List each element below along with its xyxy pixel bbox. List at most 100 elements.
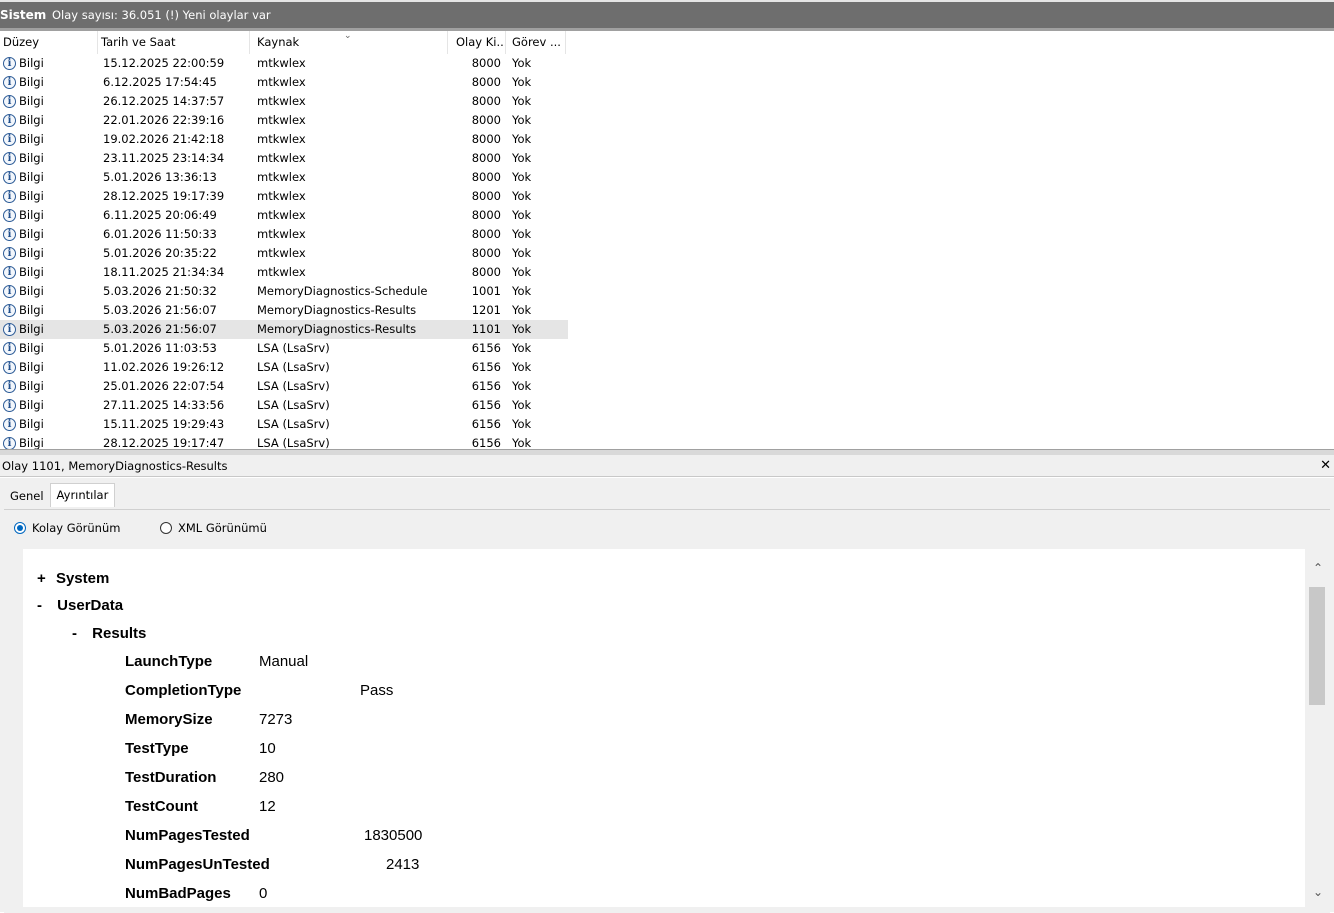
info-icon: i	[3, 399, 16, 412]
table-row[interactable]: i Bilgi 28.12.2025 19:17:47 LSA (LsaSrv) 615…	[0, 434, 568, 449]
info-icon: i	[3, 247, 16, 260]
field-value: 10	[259, 740, 276, 757]
table-row[interactable]: i Bilgi 5.03.2026 21:50:32 MemoryDiagnostic…	[0, 282, 568, 301]
tree-node-system[interactable]: + System	[37, 570, 109, 587]
field-key: MemorySize	[125, 711, 213, 728]
date-cell: 15.11.2025 19:29:43	[103, 417, 225, 431]
event-id-cell: 8000	[471, 56, 501, 70]
field-key: TestDuration	[125, 769, 217, 786]
date-cell: 6.01.2026 11:50:33	[103, 227, 217, 241]
level-cell: i Bilgi	[0, 206, 98, 225]
table-row[interactable]: i Bilgi 19.02.2026 21:42:18 mtkwlex 8000 Yok	[0, 130, 568, 149]
field-value: 12	[259, 798, 276, 815]
info-icon: i	[3, 285, 16, 298]
info-icon: i	[3, 209, 16, 222]
event-id-cell: 8000	[471, 170, 501, 184]
event-detail-title-text: Olay 1101, MemoryDiagnostics-Results	[2, 459, 228, 473]
level-cell: i Bilgi	[0, 73, 98, 92]
task-cell: Yok	[512, 265, 532, 279]
tree-node-userdata[interactable]: - UserData	[37, 597, 123, 614]
table-row[interactable]: i Bilgi 5.03.2026 21:56:07 MemoryDiagnostic…	[0, 320, 568, 339]
task-cell: Yok	[512, 75, 532, 89]
event-id-cell: 6156	[471, 379, 501, 393]
event-detail-title: Olay 1101, MemoryDiagnostics-Results ✕	[0, 455, 1334, 477]
result-field: NumPagesUnTested 2413	[125, 856, 525, 876]
table-row[interactable]: i Bilgi 22.01.2026 22:39:16 mtkwlex 8000 Yok	[0, 111, 568, 130]
level-cell: i Bilgi	[0, 54, 98, 73]
task-cell: Yok	[512, 113, 532, 127]
table-row[interactable]: i Bilgi 15.12.2025 22:00:59 mtkwlex 8000 Yok	[0, 54, 568, 73]
scroll-down-icon[interactable]: ⌄	[1306, 885, 1330, 903]
date-cell: 11.02.2026 19:26:12	[103, 360, 225, 374]
source-cell: mtkwlex	[257, 265, 306, 279]
level-text: Bilgi	[19, 189, 44, 203]
column-header-date[interactable]: Tarih ve Saat	[98, 31, 250, 54]
table-row[interactable]: i Bilgi 15.11.2025 19:29:43 LSA (LsaSrv) 615…	[0, 415, 568, 434]
friendly-view-radio[interactable]: Kolay Görünüm	[14, 521, 120, 535]
source-cell: mtkwlex	[257, 132, 306, 146]
field-key: NumPagesUnTested	[125, 856, 270, 873]
source-cell: MemoryDiagnostics-Results	[257, 322, 417, 336]
source-cell: mtkwlex	[257, 151, 306, 165]
close-icon[interactable]: ✕	[1320, 455, 1331, 477]
event-list[interactable]: Düzey Tarih ve Saat Kaynak Olay Ki... Gö…	[0, 31, 1334, 449]
table-row[interactable]: i Bilgi 26.12.2025 14:37:57 mtkwlex 8000 Yok	[0, 92, 568, 111]
table-row[interactable]: i Bilgi 5.01.2026 13:36:13 mtkwlex 8000 Yok	[0, 168, 568, 187]
event-id-cell: 8000	[471, 151, 501, 165]
table-row[interactable]: i Bilgi 5.03.2026 21:56:07 MemoryDiagnostic…	[0, 301, 568, 320]
expand-toggle[interactable]: +	[37, 570, 46, 587]
info-icon: i	[3, 304, 16, 317]
collapse-toggle[interactable]: -	[72, 625, 77, 642]
field-value: 1830500	[364, 827, 423, 844]
tree-node-results[interactable]: - Results	[72, 625, 146, 642]
level-text: Bilgi	[19, 360, 44, 374]
scroll-thumb[interactable]	[1309, 587, 1325, 705]
event-id-cell: 8000	[471, 208, 501, 222]
source-cell: MemoryDiagnostics-Results	[257, 303, 417, 317]
column-header-level[interactable]: Düzey	[0, 31, 98, 54]
task-cell: Yok	[512, 189, 532, 203]
collapse-toggle[interactable]: -	[37, 597, 42, 614]
level-cell: i Bilgi	[0, 377, 98, 396]
source-cell: LSA (LsaSrv)	[257, 436, 330, 449]
tab-details[interactable]: Ayrıntılar	[49, 483, 116, 507]
table-row[interactable]: i Bilgi 28.12.2025 19:17:39 mtkwlex 8000 Yok	[0, 187, 568, 206]
xml-view-radio[interactable]: XML Görünümü	[160, 521, 267, 535]
tab-general[interactable]: Genel	[4, 485, 50, 507]
table-row[interactable]: i Bilgi 18.11.2025 21:34:34 mtkwlex 8000 Yok	[0, 263, 568, 282]
task-cell: Yok	[512, 170, 532, 184]
table-row[interactable]: i Bilgi 25.01.2026 22:07:54 LSA (LsaSrv) 615…	[0, 377, 568, 396]
scroll-up-icon[interactable]: ⌃	[1306, 561, 1330, 579]
table-row[interactable]: i Bilgi 6.12.2025 17:54:45 mtkwlex 8000 Yok	[0, 73, 568, 92]
event-id-cell: 8000	[471, 132, 501, 146]
detail-tabs: Genel Ayrıntılar	[4, 483, 116, 507]
vertical-scrollbar[interactable]: ⌃ ⌄	[1306, 549, 1330, 907]
log-title-bar: Sistem Olay sayısı: 36.051 (!) Yeni olay…	[0, 0, 1334, 28]
friendly-view-label: Kolay Görünüm	[32, 521, 121, 535]
tree-label-system: System	[55, 570, 110, 587]
level-text: Bilgi	[19, 398, 44, 412]
table-row[interactable]: i Bilgi 27.11.2025 14:33:56 LSA (LsaSrv) 615…	[0, 396, 568, 415]
event-id-cell: 8000	[471, 75, 501, 89]
level-text: Bilgi	[19, 379, 44, 393]
source-cell: mtkwlex	[257, 56, 306, 70]
level-text: Bilgi	[19, 417, 44, 431]
source-cell: mtkwlex	[257, 227, 306, 241]
table-row[interactable]: i Bilgi 23.11.2025 23:14:34 mtkwlex 8000 Yok	[0, 149, 568, 168]
column-header-event-id[interactable]: Olay Ki...	[448, 31, 506, 54]
column-header-task[interactable]: Görev ...	[506, 31, 566, 54]
source-cell: mtkwlex	[257, 75, 306, 89]
table-row[interactable]: i Bilgi 6.01.2026 11:50:33 mtkwlex 8000 Yok	[0, 225, 568, 244]
date-cell: 5.01.2026 11:03:53	[103, 341, 217, 355]
friendly-view-content: + System - UserData - Results LaunchType…	[23, 549, 1305, 907]
source-cell: mtkwlex	[257, 170, 306, 184]
table-row[interactable]: i Bilgi 11.02.2026 19:26:12 LSA (LsaSrv) 615…	[0, 358, 568, 377]
table-row[interactable]: i Bilgi 5.01.2026 11:03:53 LSA (LsaSrv) 6156…	[0, 339, 568, 358]
table-row[interactable]: i Bilgi 5.01.2026 20:35:22 mtkwlex 8000 Yok	[0, 244, 568, 263]
level-cell: i Bilgi	[0, 301, 98, 320]
task-cell: Yok	[512, 417, 532, 431]
field-value: 0	[259, 885, 268, 902]
table-row[interactable]: i Bilgi 6.11.2025 20:06:49 mtkwlex 8000 Yok	[0, 206, 568, 225]
source-cell: LSA (LsaSrv)	[257, 341, 330, 355]
date-cell: 25.01.2026 22:07:54	[103, 379, 225, 393]
